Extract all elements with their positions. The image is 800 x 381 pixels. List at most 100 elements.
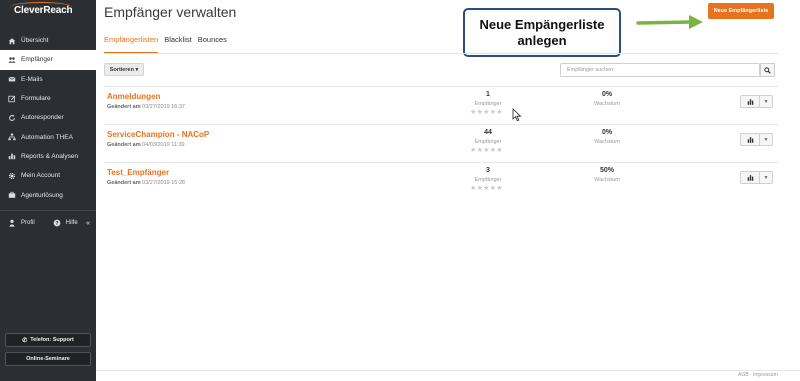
help-label: Hilfe xyxy=(65,220,78,226)
list-name-link[interactable]: Anmeldungen xyxy=(107,92,160,101)
growth-label: Wachstum xyxy=(594,139,620,145)
sidebar-item-label: Autoresponder xyxy=(21,114,64,122)
growth-value: 50% xyxy=(599,167,614,174)
logo[interactable]: CleverReach xyxy=(14,5,73,16)
growth-value: 0% xyxy=(601,129,613,136)
phone-icon: ✆ xyxy=(22,337,28,344)
tabs-divider xyxy=(104,53,779,54)
rating-stars: ★★★★★ xyxy=(470,147,503,154)
sidebar-item-mein-account[interactable]: Mein Account xyxy=(0,166,96,185)
sidebar-item-label: Empfänger xyxy=(21,56,53,64)
svg-text:?: ? xyxy=(55,221,58,227)
recipient-count: 44 xyxy=(484,129,492,136)
help-link[interactable]: ? Hilfe xyxy=(53,219,78,227)
sort-button[interactable]: Sortieren ▾ xyxy=(104,63,144,76)
sidebar-collapse-icon[interactable]: « xyxy=(86,220,90,227)
bar-chart-icon xyxy=(747,174,753,181)
growth-label: Wachstum xyxy=(594,177,620,183)
refresh-icon xyxy=(8,114,16,122)
sitemap-icon xyxy=(8,133,16,141)
growth-label: Wachstum xyxy=(594,101,620,107)
search-icon xyxy=(764,66,771,74)
annotation-arrow-icon xyxy=(636,15,703,29)
list-row: ServiceChampion - NACoP Geändert am 04/0… xyxy=(104,124,779,161)
sidebar-item-label: Übersicht xyxy=(21,37,49,45)
sidebar-item-label: Automation THEA xyxy=(21,133,73,141)
search-input[interactable] xyxy=(560,63,760,77)
bar-chart-icon xyxy=(8,152,16,160)
online-seminars-label: Online-Seminare xyxy=(26,356,70,362)
recipient-count-label: Empfänger xyxy=(474,139,502,145)
sidebar-item-label: Mein Account xyxy=(21,172,61,180)
profile-label: Profil xyxy=(21,220,35,226)
row-actions: ▼ xyxy=(740,95,773,108)
sidebar-item-label: Reports & Analysen xyxy=(21,152,79,160)
chevron-down-icon[interactable]: ▼ xyxy=(760,172,772,183)
recipient-count: 3 xyxy=(486,167,490,174)
changed-label: Geändert am xyxy=(107,180,141,186)
search-button[interactable] xyxy=(760,63,775,77)
sidebar-item-label: E-Mails xyxy=(21,75,43,83)
profile-link[interactable]: Profil xyxy=(8,219,35,227)
sidebar-item-label: Formulare xyxy=(21,95,51,103)
sidebar-item-agenturloesung[interactable]: Agenturlösung xyxy=(0,185,96,204)
list-changed-date: Geändert am 03/27/2019 15:28 xyxy=(107,180,185,186)
recipient-count-label: Empfänger xyxy=(474,101,502,107)
row-actions: ▼ xyxy=(740,133,773,146)
sidebar-item-reports[interactable]: Reports & Analysen xyxy=(0,147,96,166)
chevron-down-icon[interactable]: ▼ xyxy=(760,96,772,107)
footer-links[interactable]: AGB · Impressum xyxy=(738,372,778,378)
briefcase-icon xyxy=(8,191,16,199)
bar-chart-icon xyxy=(747,136,753,143)
callout-line-1: Neue Empängerliste xyxy=(479,16,605,32)
tabs: Empfängerlisten Blacklist Bounces xyxy=(104,35,233,54)
stats-button[interactable] xyxy=(741,96,760,107)
changed-label: Geändert am xyxy=(107,142,141,148)
sidebar-item-label: Agenturlösung xyxy=(21,191,63,199)
gear-icon xyxy=(8,172,16,180)
row-actions: ▼ xyxy=(740,171,773,184)
tab-empfaengerlisten[interactable]: Empfängerlisten xyxy=(104,35,159,54)
sidebar-divider xyxy=(0,210,96,211)
list-row: Anmeldungen Geändert am 03/27/2019 16:37… xyxy=(104,86,779,123)
list-changed-date: Geändert am 03/27/2019 16:37 xyxy=(107,104,185,110)
footer-divider xyxy=(96,370,800,371)
envelope-icon xyxy=(8,75,16,83)
list-name-link[interactable]: ServiceChampion - NACoP xyxy=(107,130,209,139)
growth-value: 0% xyxy=(601,91,613,98)
phone-support-button[interactable]: ✆ Telefon: Support xyxy=(5,333,91,347)
user-icon xyxy=(8,219,16,227)
rating-stars: ★★★★★ xyxy=(470,109,503,116)
page-title: Empfänger verwalten xyxy=(104,4,237,20)
recipient-count: 1 xyxy=(486,91,490,98)
list-changed-date: Geändert am 04/03/2019 11:39 xyxy=(107,142,185,148)
mouse-cursor-icon xyxy=(512,108,522,122)
sidebar-item-uebersicht[interactable]: Übersicht xyxy=(0,31,96,50)
question-circle-icon: ? xyxy=(53,219,61,227)
sidebar-nav: Übersicht Empfänger E-Mails Formulare Au… xyxy=(0,31,96,205)
rating-stars: ★★★★★ xyxy=(470,185,503,192)
tab-bounces[interactable]: Bounces xyxy=(198,35,227,54)
stats-button[interactable] xyxy=(741,172,760,183)
chevron-down-icon[interactable]: ▼ xyxy=(760,134,772,145)
list-row: Test_Empfänger Geändert am 03/27/2019 15… xyxy=(104,162,779,199)
sidebar-item-emails[interactable]: E-Mails xyxy=(0,70,96,89)
sidebar-bottom-row: Profil ? Hilfe « xyxy=(0,216,96,230)
annotation-callout: Neue Empängerliste anlegen xyxy=(463,8,621,57)
list-name-link[interactable]: Test_Empfänger xyxy=(107,168,169,177)
users-icon xyxy=(8,56,16,64)
sidebar-item-formulare[interactable]: Formulare xyxy=(0,89,96,108)
recipient-count-label: Empfänger xyxy=(474,177,502,183)
sidebar-item-autoresponder[interactable]: Autoresponder xyxy=(0,108,96,127)
changed-value: 04/03/2019 11:39 xyxy=(142,142,185,148)
phone-support-label: Telefon: Support xyxy=(30,337,74,343)
new-list-button[interactable]: Neue Empfängerliste xyxy=(708,3,774,19)
changed-value: 03/27/2019 16:37 xyxy=(142,104,185,110)
online-seminars-button[interactable]: Online-Seminare xyxy=(5,352,91,366)
tab-blacklist[interactable]: Blacklist xyxy=(164,35,192,54)
home-icon xyxy=(8,37,16,45)
stats-button[interactable] xyxy=(741,134,760,145)
sidebar: CleverReach Übersicht Empfänger E-Mails … xyxy=(0,0,96,381)
sidebar-item-empfaenger[interactable]: Empfänger xyxy=(0,50,96,70)
sidebar-item-automation-thea[interactable]: Automation THEA xyxy=(0,127,96,146)
